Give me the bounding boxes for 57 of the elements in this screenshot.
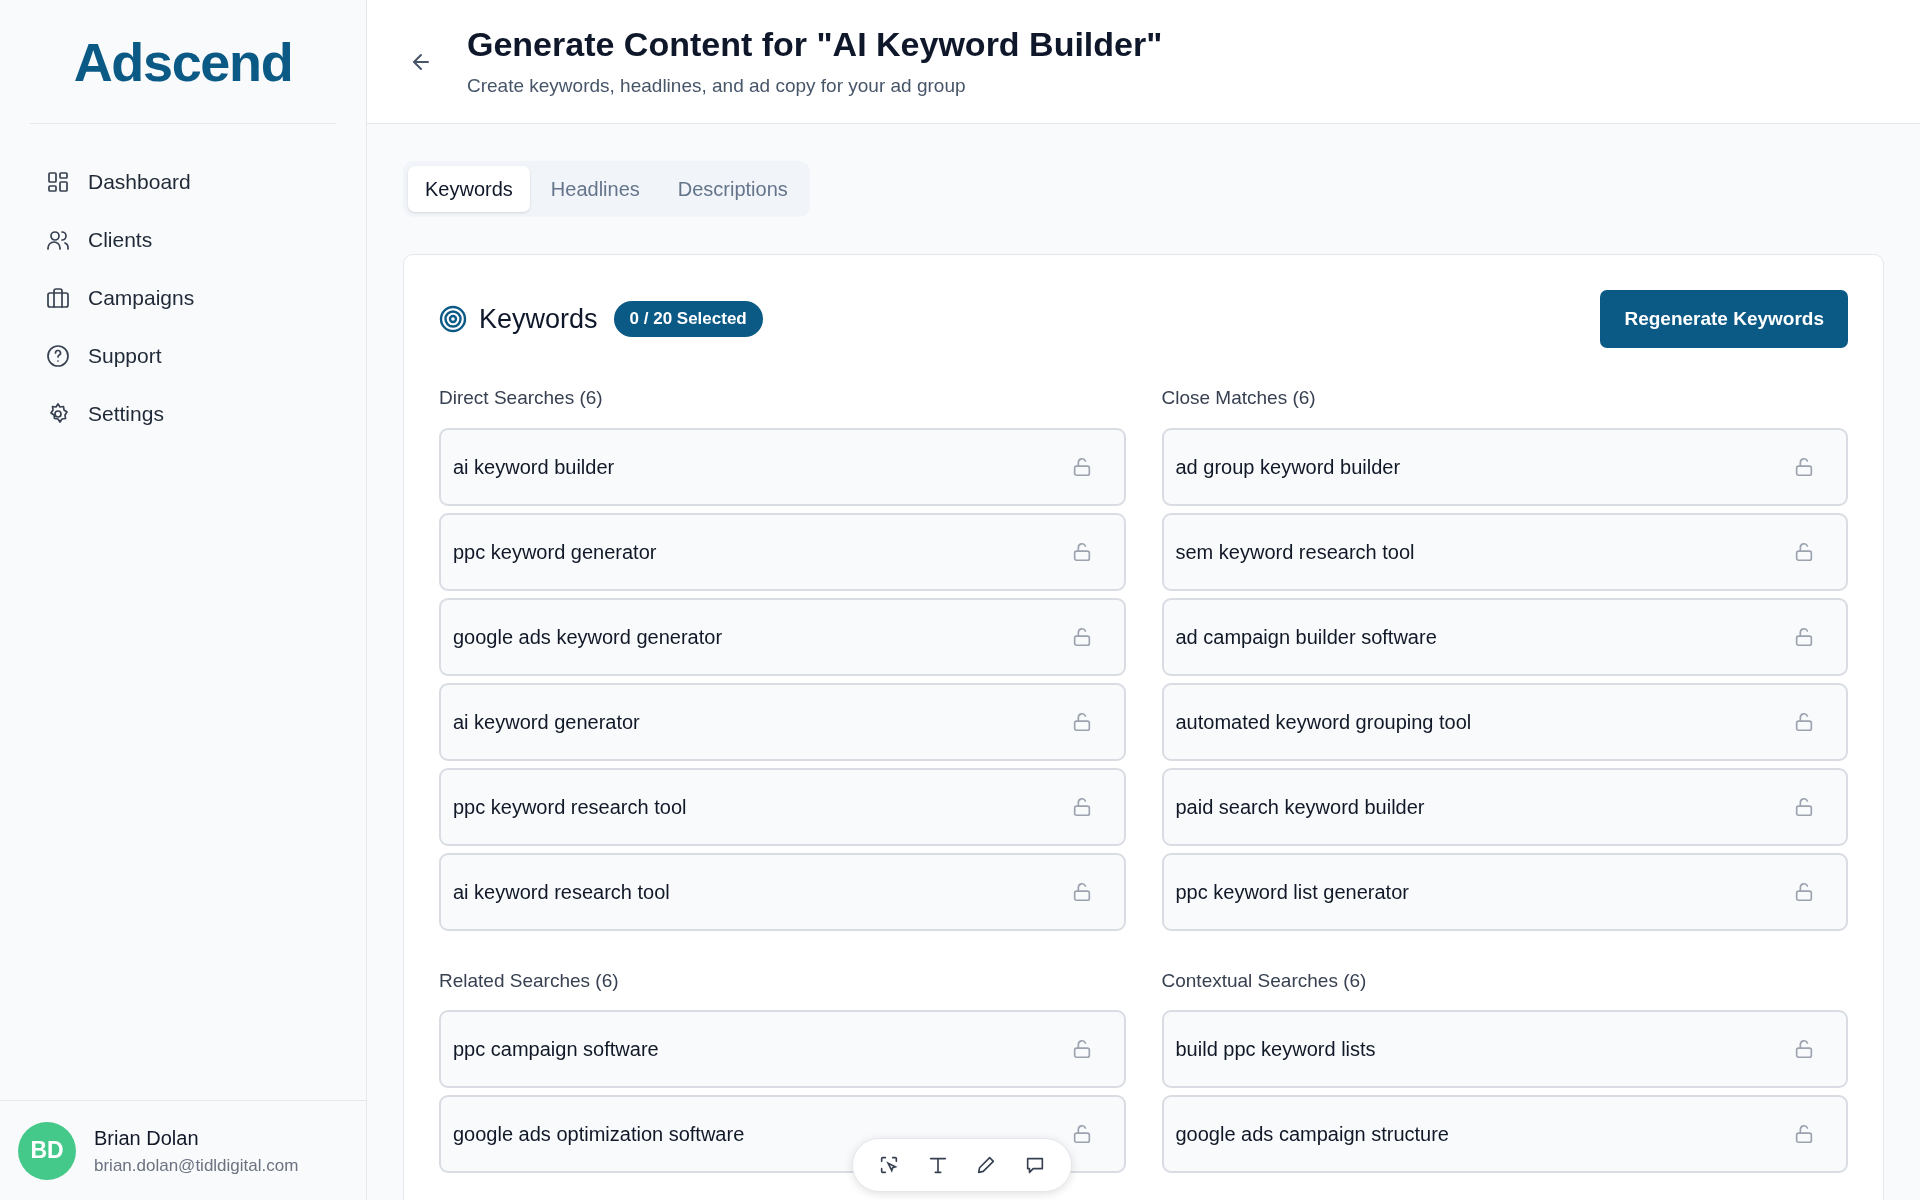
keyword-text: ad group keyword builder [1175, 454, 1401, 480]
keyword-row[interactable]: ad campaign builder software [1161, 597, 1848, 676]
nav-item[interactable]: Support [46, 332, 320, 380]
user-email: brian.dolan@tidldigital.com [94, 1154, 299, 1177]
keyword-row[interactable]: ai keyword research tool [439, 852, 1126, 931]
keyword-row[interactable]: google ads keyword generator [439, 597, 1126, 676]
keyword-text: ad campaign builder software [1175, 624, 1437, 650]
help-icon [46, 344, 70, 368]
selected-count-badge: 0 / 20 Selected [613, 301, 763, 337]
keyword-row[interactable]: paid search keyword builder [1161, 767, 1848, 846]
keyword-text: build ppc keyword lists [1175, 1037, 1376, 1062]
tab[interactable]: Keywords [408, 166, 530, 212]
keyword-row[interactable]: ppc keyword list generator [1161, 852, 1848, 931]
keyword-text: automated keyword grouping tool [1175, 709, 1472, 735]
keyword-text: ai keyword builder [453, 454, 615, 480]
keyword-row[interactable]: ppc campaign software [439, 1010, 1126, 1088]
keyword-text: sem keyword research tool [1175, 539, 1415, 565]
group-label: Close Matches (6) [1161, 386, 1317, 410]
keyword-row[interactable]: automated keyword grouping tool [1161, 682, 1848, 761]
target-icon [439, 305, 467, 333]
group-label: Direct Searches (6) [439, 386, 604, 410]
nav-item[interactable]: Clients [46, 216, 320, 264]
tab[interactable]: Descriptions [660, 166, 805, 212]
keyword-text: google ads campaign structure [1175, 1122, 1449, 1147]
keyword-row[interactable]: ai keyword generator [439, 682, 1126, 761]
keyword-text: ai keyword research tool [453, 879, 670, 905]
group-label: Related Searches (6) [439, 968, 620, 993]
page-title: Generate Content for "AI Keyword Builder" [467, 24, 1163, 65]
keyword-text: paid search keyword builder [1175, 794, 1425, 820]
group-label: Contextual Searches (6) [1161, 968, 1368, 993]
keyword-text: google ads optimization software [453, 1122, 745, 1147]
briefcase-icon [46, 286, 70, 310]
page-subtitle: Create keywords, headlines, and ad copy for your ad group [467, 73, 967, 98]
nav-item[interactable]: Settings [46, 390, 320, 438]
keyword-row[interactable]: build ppc keyword lists [1161, 1010, 1848, 1088]
keyword-row[interactable]: google ads campaign structure [1161, 1095, 1848, 1173]
keyword-row[interactable]: sem keyword research tool [1161, 512, 1848, 591]
keyword-text: ppc keyword generator [453, 539, 657, 565]
keyword-text: ppc campaign software [453, 1037, 659, 1062]
avatar: BD [18, 1121, 76, 1180]
logo: Adscend [73, 34, 293, 89]
keyword-text: google ads keyword generator [453, 624, 723, 650]
keyword-row[interactable]: ppc keyword research tool [439, 767, 1126, 846]
user-name: Brian Dolan [94, 1125, 200, 1151]
nav-item[interactable]: Campaigns [46, 274, 320, 322]
keyword-text: ai keyword generator [453, 709, 640, 735]
keyword-row[interactable]: ai keyword builder [439, 427, 1126, 506]
keyword-text: ppc keyword research tool [453, 794, 687, 820]
keyword-row[interactable]: ppc keyword generator [439, 512, 1126, 591]
section-title: Keywords [479, 302, 598, 336]
regenerate-keywords-button[interactable]: Regenerate Keywords [1600, 290, 1848, 348]
keyword-text: ppc keyword list generator [1175, 879, 1409, 905]
nav-item[interactable]: Dashboard [46, 158, 320, 206]
tab[interactable]: Headlines [533, 166, 657, 212]
users-icon [46, 228, 70, 252]
grid-icon [46, 170, 70, 194]
keyword-row[interactable]: ad group keyword builder [1161, 427, 1848, 506]
